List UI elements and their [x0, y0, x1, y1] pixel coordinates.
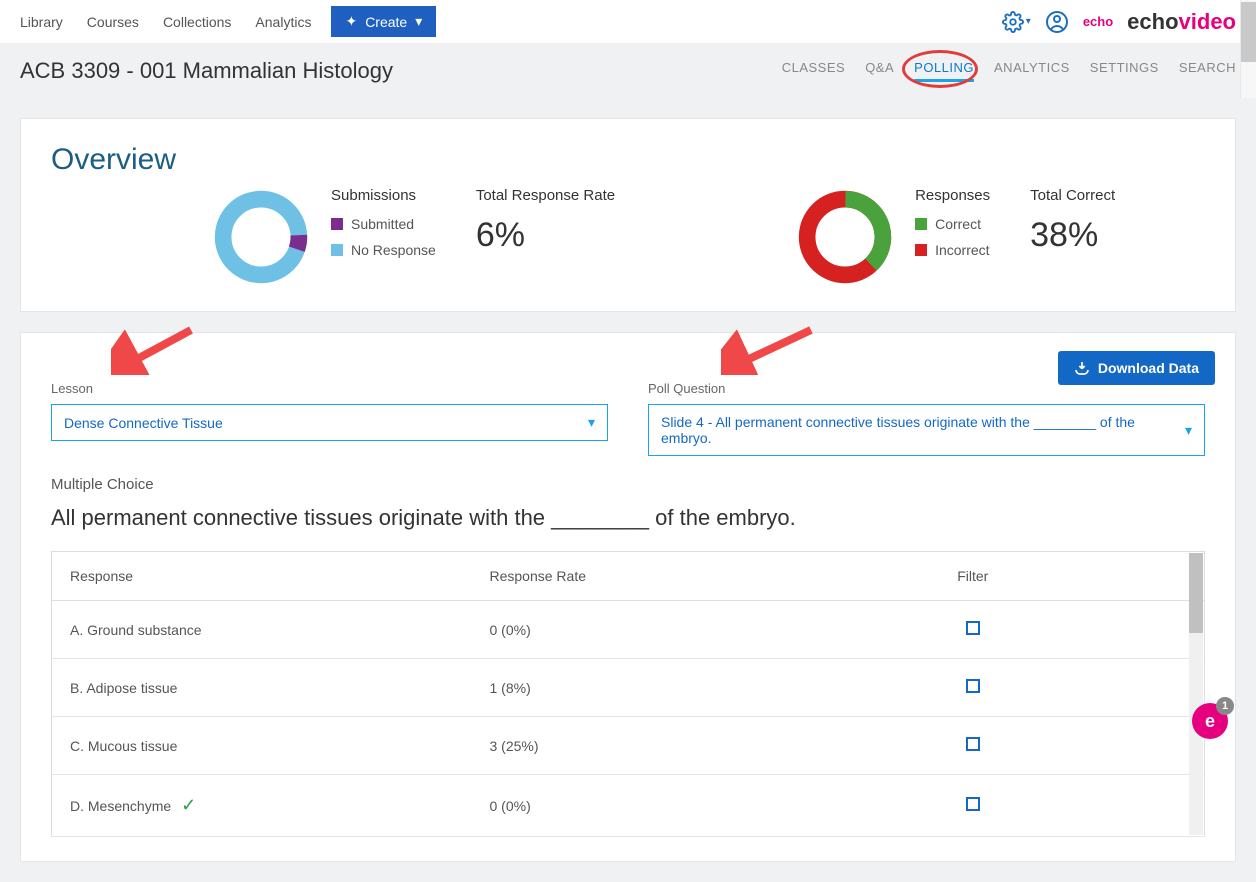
response-rate-label: Total Response Rate: [476, 187, 615, 204]
responses-donut-chart: [795, 187, 895, 287]
nav-collections[interactable]: Collections: [163, 14, 231, 30]
help-widget-count: 1: [1216, 697, 1234, 715]
responses-label: Responses: [915, 187, 990, 204]
total-correct-value: 38%: [1030, 216, 1115, 255]
poll-question-select-value: Slide 4 - All permanent connective tissu…: [661, 414, 1185, 446]
filter-checkbox[interactable]: [966, 621, 980, 635]
account-icon[interactable]: [1045, 10, 1069, 34]
sub-header: ACB 3309 - 001 Mammalian Histology CLASS…: [0, 44, 1256, 98]
create-label: Create: [365, 14, 407, 30]
tab-search[interactable]: SEARCH: [1179, 60, 1236, 82]
table-row: D. Mesenchyme✓0 (0%): [52, 775, 1205, 837]
rate-cell: 3 (25%): [472, 717, 742, 775]
help-widget[interactable]: e 1: [1192, 703, 1228, 739]
lesson-filter-label: Lesson: [51, 381, 608, 396]
top-nav: Library Courses Collections Analytics ✦ …: [0, 0, 1256, 44]
filter-cell: [742, 717, 1205, 775]
wand-icon: ✦: [345, 13, 357, 30]
legend-no-response: No Response: [331, 242, 436, 258]
rate-cell: 0 (0%): [472, 601, 742, 659]
filter-checkbox[interactable]: [966, 797, 980, 811]
detail-panel: Download Data Lesson Dense Connective Ti…: [20, 332, 1236, 862]
tab-settings[interactable]: SETTINGS: [1090, 60, 1159, 82]
scrollbar-thumb[interactable]: [1189, 553, 1203, 633]
overview-title: Overview: [51, 143, 1205, 177]
annotation-arrow-lesson: [111, 325, 201, 375]
filter-cell: [742, 659, 1205, 717]
download-icon: [1074, 360, 1090, 376]
response-cell: C. Mucous tissue: [52, 717, 472, 775]
col-filter: Filter: [742, 552, 1205, 601]
filter-checkbox[interactable]: [966, 679, 980, 693]
annotation-arrow-question: [721, 325, 821, 375]
question-text: All permanent connective tissues origina…: [51, 505, 1205, 531]
table-row: B. Adipose tissue1 (8%): [52, 659, 1205, 717]
download-data-button[interactable]: Download Data: [1058, 351, 1215, 385]
help-widget-letter: e: [1205, 711, 1215, 732]
table-scrollbar[interactable]: [1189, 553, 1203, 835]
col-rate: Response Rate: [472, 552, 742, 601]
rate-cell: 1 (8%): [472, 659, 742, 717]
response-cell: A. Ground substance: [52, 601, 472, 659]
poll-question-select[interactable]: Slide 4 - All permanent connective tissu…: [648, 404, 1205, 456]
col-response: Response: [52, 552, 472, 601]
settings-icon[interactable]: ▾: [1002, 11, 1031, 33]
lesson-select[interactable]: Dense Connective Tissue ▾: [51, 404, 608, 441]
chevron-down-icon: ▾: [415, 13, 422, 30]
chevron-down-icon: ▾: [588, 414, 595, 431]
legend-submitted: Submitted: [331, 216, 436, 232]
filter-cell: [742, 775, 1205, 837]
chevron-down-icon: ▾: [1185, 422, 1192, 439]
create-button[interactable]: ✦ Create ▾: [331, 6, 436, 37]
tab-qa[interactable]: Q&A: [865, 60, 894, 82]
check-icon: ✓: [181, 795, 196, 815]
response-cell: B. Adipose tissue: [52, 659, 472, 717]
brand-logo: echovideo: [1127, 9, 1236, 35]
download-label: Download Data: [1098, 360, 1199, 376]
question-type: Multiple Choice: [51, 476, 1205, 493]
response-cell: D. Mesenchyme✓: [52, 775, 472, 837]
lesson-select-value: Dense Connective Tissue: [64, 415, 223, 431]
tab-analytics[interactable]: ANALYTICS: [994, 60, 1070, 82]
filter-checkbox[interactable]: [966, 737, 980, 751]
brand-small-logo: echo: [1083, 14, 1113, 29]
tab-classes[interactable]: CLASSES: [782, 60, 845, 82]
filter-cell: [742, 601, 1205, 659]
response-rate-value: 6%: [476, 216, 615, 255]
nav-courses[interactable]: Courses: [87, 14, 139, 30]
nav-library[interactable]: Library: [20, 14, 63, 30]
table-row: A. Ground substance0 (0%): [52, 601, 1205, 659]
nav-analytics[interactable]: Analytics: [255, 14, 311, 30]
submissions-donut-chart: [211, 187, 311, 287]
responses-table: Response Response Rate Filter A. Ground …: [51, 551, 1205, 837]
course-title: ACB 3309 - 001 Mammalian Histology: [20, 58, 393, 84]
total-correct-label: Total Correct: [1030, 187, 1115, 204]
scrollbar-thumb[interactable]: [1241, 2, 1256, 62]
table-row: C. Mucous tissue3 (25%): [52, 717, 1205, 775]
submissions-label: Submissions: [331, 187, 436, 204]
overview-panel: Overview Submissions Submitted No Respon…: [20, 118, 1236, 312]
legend-incorrect: Incorrect: [915, 242, 990, 258]
rate-cell: 0 (0%): [472, 775, 742, 837]
tab-polling[interactable]: POLLING: [914, 60, 974, 82]
legend-correct: Correct: [915, 216, 990, 232]
